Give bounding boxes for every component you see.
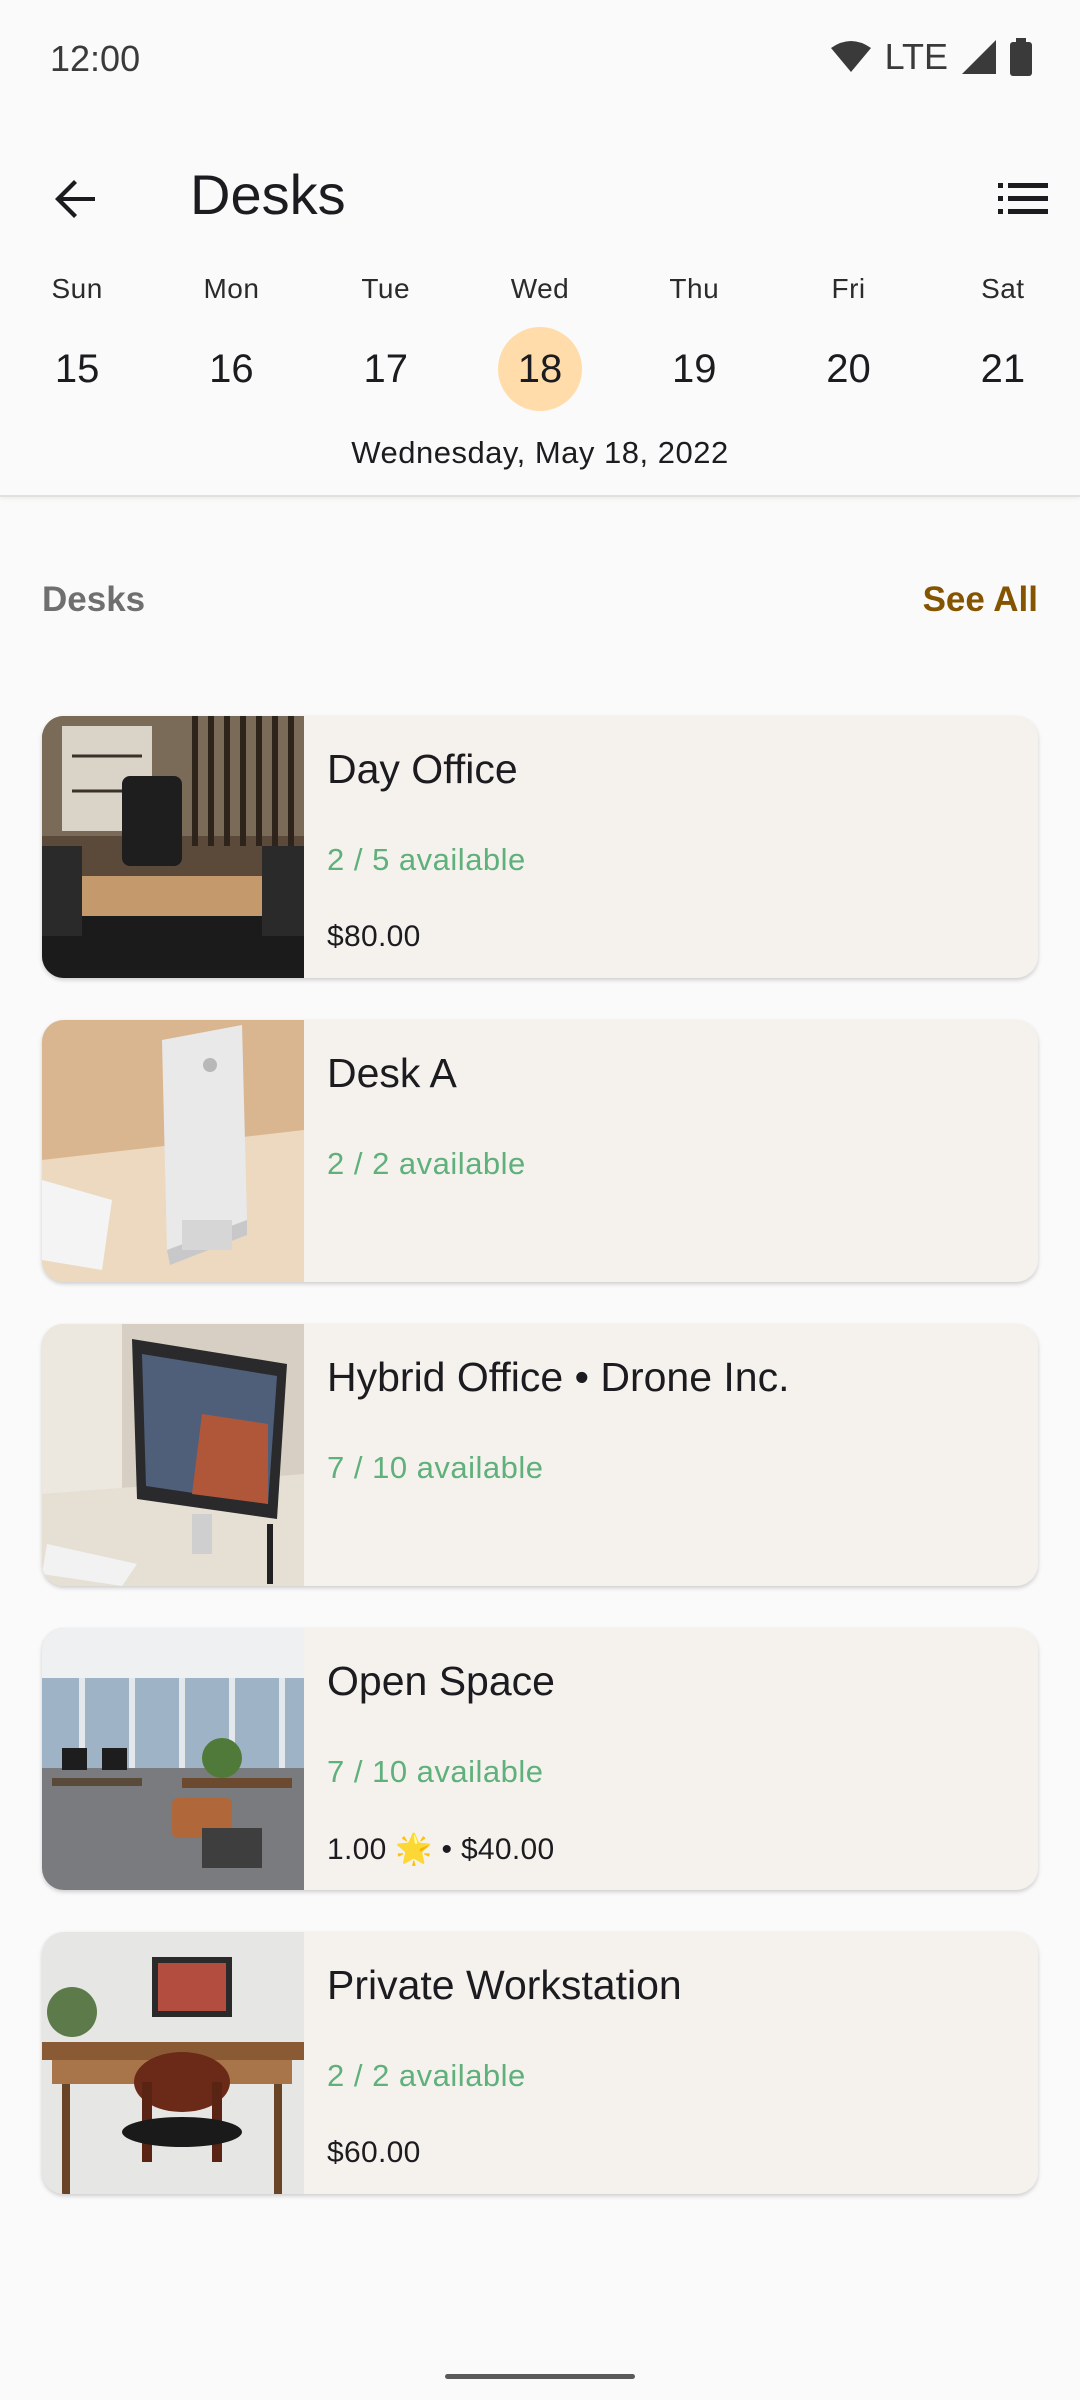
battery-icon [1010, 38, 1032, 76]
desk-availability: 7 / 10 available [327, 1450, 544, 1485]
desk-photo [42, 1324, 304, 1586]
desk-card-body: Desk A 2 / 2 available [327, 1020, 1018, 1282]
desk-photo [42, 1932, 304, 2194]
desk-card[interactable]: Hybrid Office • Drone Inc. 7 / 10 availa… [42, 1324, 1038, 1586]
day-tue[interactable]: Tue 17 [309, 255, 463, 430]
day-number-selected: 18 [497, 327, 582, 411]
day-wed[interactable]: Wed 18 [463, 255, 617, 430]
desk-card-body: Private Workstation 2 / 2 available $60.… [327, 1932, 1018, 2194]
desk-availability: 2 / 5 available [327, 842, 526, 877]
desk-title: Open Space [327, 1658, 555, 1704]
desk-title: Private Workstation [327, 1962, 682, 2008]
desk-card[interactable]: Day Office 2 / 5 available $80.00 [42, 716, 1038, 978]
section-header: Desks See All [42, 580, 1038, 630]
desk-photo [42, 1628, 304, 1890]
desk-price: $80.00 [327, 920, 421, 953]
list-icon [998, 183, 1048, 214]
day-number: 16 [209, 346, 254, 391]
day-name: Tue [361, 273, 411, 304]
desk-card-body: Day Office 2 / 5 available $80.00 [327, 716, 1018, 978]
desk-price: 1.00 🌟 • $40.00 [327, 1833, 555, 1866]
desk-photo [42, 716, 304, 978]
list-view-button[interactable] [988, 164, 1058, 234]
status-bar: 12:00 LTE [0, 0, 1080, 116]
day-name: Sat [981, 273, 1025, 304]
back-button[interactable] [40, 164, 110, 234]
day-number: 21 [980, 346, 1026, 391]
desk-availability: 2 / 2 available [327, 2058, 526, 2093]
app-bar: Desks [0, 150, 1080, 240]
desk-price: $60.00 [327, 2136, 421, 2169]
home-indicator[interactable] [445, 2374, 635, 2379]
desk-title: Day Office [327, 746, 518, 792]
day-number: 19 [672, 346, 717, 391]
day-number: 20 [826, 346, 871, 391]
day-fri[interactable]: Fri 20 [771, 255, 925, 430]
day-sun[interactable]: Sun 15 [0, 255, 154, 430]
signal-icon [962, 40, 996, 74]
day-sat[interactable]: Sat 21 [926, 255, 1080, 430]
desk-title: Desk A [327, 1050, 457, 1096]
desk-card[interactable]: Desk A 2 / 2 available [42, 1020, 1038, 1282]
status-icons: LTE [830, 36, 1032, 78]
selected-date-label: Wednesday, May 18, 2022 [351, 435, 729, 470]
day-name: Fri [831, 273, 866, 304]
arrow-back-icon [55, 180, 95, 218]
wifi-icon [830, 40, 871, 74]
day-name: Thu [669, 273, 720, 304]
desk-card[interactable]: Open Space 7 / 10 available 1.00 🌟 • $40… [42, 1628, 1038, 1890]
desk-card-body: Hybrid Office • Drone Inc. 7 / 10 availa… [327, 1324, 1018, 1586]
week-calendar: Sun 15 Mon 16 Tue 17 Wed 18 Thu 19 Fri 2… [0, 255, 1080, 497]
day-number: 15 [54, 346, 100, 391]
see-all-link[interactable]: See All [923, 580, 1038, 620]
status-time: 12:00 [50, 38, 141, 79]
page-title: Desks [190, 163, 346, 226]
day-mon[interactable]: Mon 16 [154, 255, 308, 430]
day-name: Sun [51, 273, 103, 304]
desk-list: Day Office 2 / 5 available $80.00 Desk A… [42, 716, 1038, 2236]
desk-card-body: Open Space 7 / 10 available 1.00 🌟 • $40… [327, 1628, 1018, 1890]
desk-card[interactable]: Private Workstation 2 / 2 available $60.… [42, 1932, 1038, 2194]
desk-availability: 7 / 10 available [327, 1754, 544, 1789]
day-thu[interactable]: Thu 19 [617, 255, 771, 430]
section-title: Desks [42, 580, 146, 619]
day-name: Mon [203, 273, 260, 304]
day-name: Wed [510, 273, 570, 304]
week-row: Sun 15 Mon 16 Tue 17 Wed 18 Thu 19 Fri 2… [0, 255, 1080, 430]
network-label: LTE [884, 36, 948, 77]
desk-photo [42, 1020, 304, 1282]
desk-title: Hybrid Office • Drone Inc. [327, 1354, 790, 1400]
desk-availability: 2 / 2 available [327, 1146, 526, 1181]
day-number: 17 [363, 346, 408, 391]
